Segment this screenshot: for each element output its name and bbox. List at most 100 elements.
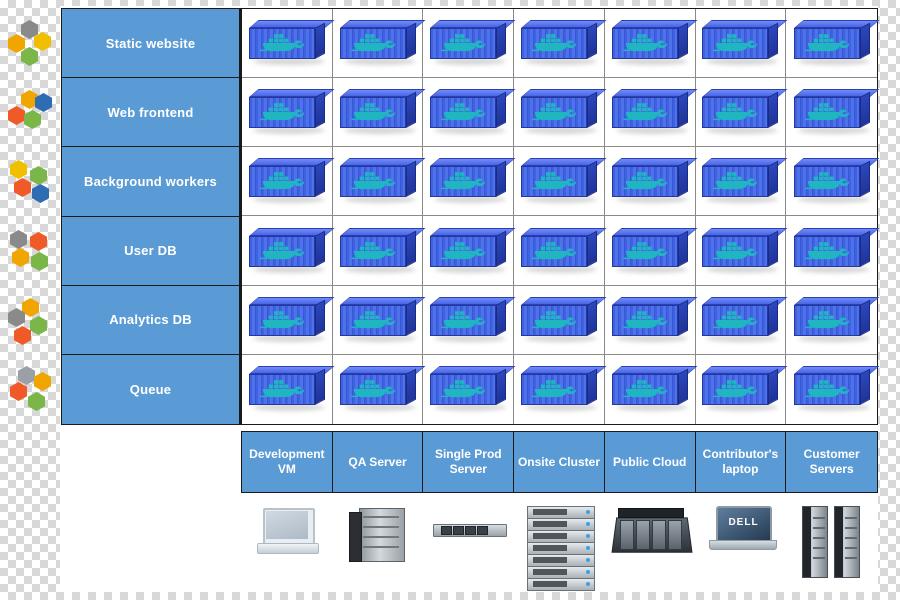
column-header-development-vm[interactable]: Development VM — [242, 432, 333, 492]
row-label-web-frontend[interactable]: Web frontend — [62, 78, 239, 148]
hexagon-icon — [21, 47, 38, 66]
hardware-cell-qa-server — [332, 500, 423, 592]
row-label-queue[interactable]: Queue — [62, 354, 239, 425]
matrix-cell[interactable] — [514, 354, 607, 424]
diagram-canvas: Static website Web frontend Background w… — [0, 0, 900, 600]
matrix-cell[interactable] — [695, 147, 788, 217]
column-header-text: Customer Servers — [803, 447, 860, 476]
docker-whale-icon — [713, 241, 758, 259]
matrix-cell[interactable] — [695, 9, 788, 79]
matrix-cell[interactable] — [423, 9, 516, 79]
server-board-icon — [610, 506, 693, 558]
blade-server-icon — [347, 506, 409, 564]
hardware-cell-development-vm — [241, 500, 332, 592]
matrix-cell[interactable] — [604, 216, 698, 286]
matrix-cell[interactable] — [786, 9, 880, 79]
docker-whale-icon — [713, 172, 758, 190]
column-header-text: Public Cloud — [613, 454, 687, 469]
matrix-cell[interactable] — [604, 78, 698, 148]
matrix-cell[interactable] — [332, 147, 426, 217]
docker-container-icon — [702, 89, 788, 135]
docker-whale-icon — [441, 241, 486, 259]
matrix-cell[interactable] — [242, 9, 335, 79]
row-label-text: Static website — [105, 35, 196, 51]
matrix-cell[interactable] — [605, 354, 698, 424]
matrix-cell[interactable] — [242, 147, 335, 217]
matrix-cell[interactable] — [786, 355, 880, 424]
matrix-cell[interactable] — [423, 285, 516, 355]
matrix-cell[interactable] — [242, 285, 335, 355]
docker-whale-icon — [804, 310, 849, 328]
laptop-icon: DELL — [708, 506, 777, 554]
hexagon-cluster — [8, 230, 54, 282]
matrix-cell[interactable] — [332, 9, 426, 79]
column-header-text: Onsite Cluster — [517, 454, 600, 469]
docker-whale-icon — [622, 241, 667, 259]
matrix-cell[interactable] — [514, 216, 607, 286]
docker-whale-icon — [804, 380, 849, 398]
matrix-cell[interactable] — [695, 285, 788, 355]
row-label-analytics-db[interactable]: Analytics DB — [62, 285, 239, 355]
matrix-cell[interactable] — [604, 9, 698, 79]
docker-whale-icon — [713, 103, 758, 121]
matrix-cell[interactable] — [786, 286, 880, 355]
docker-container-icon — [339, 89, 426, 135]
hardware-cell-customer-servers — [787, 500, 878, 592]
column-header-single-prod-server[interactable]: Single Prod Server — [423, 432, 515, 492]
matrix-cell[interactable] — [786, 78, 880, 148]
hexagon-icon — [24, 110, 41, 129]
matrix-cells — [242, 9, 880, 424]
matrix-cell[interactable] — [242, 78, 335, 148]
row-label-static-website[interactable]: Static website — [62, 9, 239, 79]
matrix-cell[interactable] — [423, 216, 516, 286]
matrix-cell[interactable] — [786, 147, 880, 217]
docker-container-icon — [248, 89, 335, 135]
matrix-cell[interactable] — [242, 354, 335, 424]
docker-container-icon — [702, 20, 788, 66]
matrix-cell[interactable] — [423, 147, 516, 217]
matrix-cell[interactable] — [786, 216, 880, 286]
row-label-user-db[interactable]: User DB — [62, 216, 239, 286]
matrix-cell[interactable] — [695, 216, 788, 286]
matrix-cell[interactable] — [423, 78, 516, 148]
row-label-background-workers[interactable]: Background workers — [62, 147, 239, 217]
docker-whale-icon — [350, 310, 395, 328]
matrix-cell[interactable] — [514, 285, 607, 355]
docker-container-icon — [793, 89, 880, 135]
matrix-cell[interactable] — [333, 354, 426, 424]
docker-container-icon — [611, 227, 698, 274]
column-header-customer-servers[interactable]: Customer Servers — [786, 432, 877, 492]
matrix-cell[interactable] — [604, 147, 698, 217]
matrix-cell[interactable] — [242, 216, 335, 286]
matrix-cell[interactable] — [695, 78, 788, 148]
docker-container-icon — [430, 89, 516, 135]
matrix-cell[interactable] — [423, 354, 516, 424]
matrix-cell[interactable] — [332, 216, 426, 286]
docker-container-icon — [702, 366, 788, 412]
matrix-cell[interactable] — [514, 78, 607, 148]
matrix-cell[interactable] — [604, 285, 698, 355]
docker-container-icon — [520, 296, 607, 343]
matrix-cell[interactable] — [514, 147, 607, 217]
docker-container-icon — [793, 296, 880, 343]
docker-container-icon — [430, 296, 516, 343]
column-header-onsite-cluster[interactable]: Onsite Cluster — [514, 432, 605, 492]
docker-whale-icon — [350, 34, 395, 52]
matrix-cell[interactable] — [696, 354, 788, 424]
column-header-contributors-laptop[interactable]: Contributor's laptop — [695, 432, 787, 492]
column-header-qa-server[interactable]: QA Server — [332, 432, 424, 492]
matrix-cell[interactable] — [514, 9, 607, 79]
docker-container-icon — [339, 296, 426, 343]
column-header-text: Development VM — [249, 447, 325, 476]
column-header-row: Development VM QA Server Single Prod Ser… — [241, 431, 878, 493]
docker-container-icon — [611, 20, 698, 66]
docker-container-icon — [248, 366, 335, 412]
matrix-cell[interactable] — [332, 78, 426, 148]
column-header-text: Contributor's laptop — [702, 447, 779, 476]
docker-whale-icon — [441, 103, 486, 121]
column-header-text: QA Server — [348, 454, 407, 469]
matrix-cell[interactable] — [332, 285, 426, 355]
docker-container-icon — [430, 227, 516, 274]
docker-whale-icon — [441, 172, 486, 190]
column-header-public-cloud[interactable]: Public Cloud — [604, 432, 696, 492]
